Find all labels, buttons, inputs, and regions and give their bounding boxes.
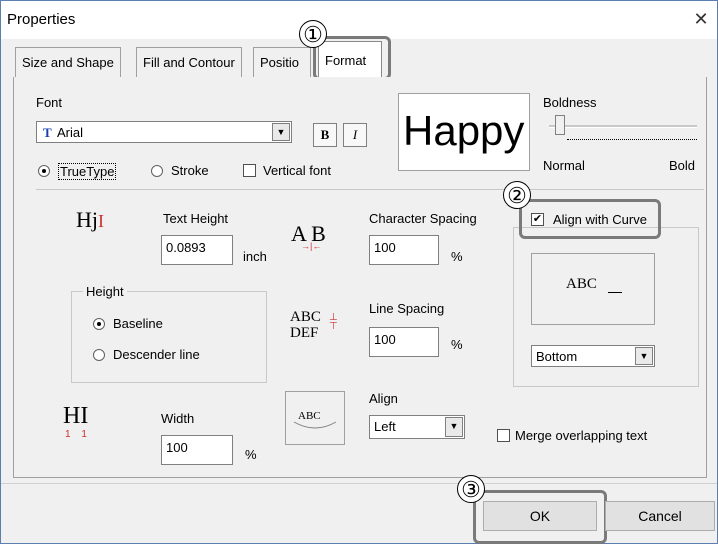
align-curve-label[interactable]: Align with Curve	[553, 212, 653, 227]
width-icon: HI	[63, 403, 89, 429]
vertical-font-label[interactable]: Vertical font	[263, 163, 331, 178]
width-label: Width	[161, 411, 195, 426]
font-preview-box: Happy	[398, 93, 530, 171]
stroke-radio-label[interactable]: Stroke	[171, 163, 209, 178]
align-dropdown[interactable]: Left ▼	[369, 415, 465, 439]
properties-dialog: Properties ✕ Size and Shape Fill and Con…	[0, 0, 718, 544]
line-spacing-icon-line1: ABC	[290, 309, 321, 325]
line-spacing-icon-marks: ⊥ ⊤	[329, 312, 338, 332]
tab-fill-and-contour[interactable]: Fill and Contour	[136, 47, 242, 77]
height-group-label: Height	[83, 284, 127, 299]
boldness-slider-thumb[interactable]	[555, 115, 565, 135]
cancel-button[interactable]: Cancel	[605, 501, 715, 531]
chevron-down-icon[interactable]: ▼	[445, 417, 463, 437]
callout-frame-1	[313, 36, 391, 80]
window-title: Properties	[7, 11, 76, 28]
stroke-radio[interactable]	[151, 165, 163, 177]
font-label: Font	[36, 95, 63, 110]
char-spacing-icon-marks: →|←	[301, 241, 322, 251]
align-preview-box: ABC	[285, 391, 345, 445]
text-height-unit: inch	[243, 249, 267, 264]
curve-position-dropdown[interactable]: Bottom ▼	[531, 345, 655, 367]
truetype-radio[interactable]	[38, 165, 50, 177]
char-spacing-unit: %	[451, 249, 463, 264]
chevron-down-icon[interactable]: ▼	[635, 347, 653, 365]
char-spacing-input[interactable]: 100	[369, 235, 439, 265]
line-spacing-input[interactable]: 100	[369, 327, 439, 357]
boldness-max-label: Bold	[669, 158, 696, 173]
italic-button[interactable]: I	[343, 123, 367, 147]
line-spacing-value: 100	[374, 332, 396, 347]
baseline-radio[interactable]	[93, 318, 105, 330]
curve-preview-box: ABC	[531, 253, 655, 325]
char-spacing-label: Character Spacing	[369, 211, 477, 226]
align-value: Left	[374, 419, 396, 434]
curve-preview-line	[608, 292, 622, 293]
boldness-label: Boldness	[543, 95, 597, 110]
line-spacing-icon-line2: DEF	[290, 325, 319, 341]
tab-position[interactable]: Positio	[253, 47, 311, 77]
bottom-divider	[1, 483, 717, 484]
callout-marker-1: ①	[299, 20, 327, 48]
align-curve-checkbox[interactable]: ✔	[531, 213, 544, 226]
line-spacing-label: Line Spacing	[369, 301, 445, 316]
truetype-font-icon: T	[43, 125, 52, 140]
font-dropdown-value: Arial	[57, 125, 84, 140]
line-spacing-unit: %	[451, 337, 463, 352]
width-icon-ticks: 1 1	[65, 429, 91, 440]
merge-overlapping-label[interactable]: Merge overlapping text	[515, 428, 647, 443]
text-height-value: 0.0893	[166, 240, 206, 255]
align-curve-icon	[293, 421, 337, 429]
section-divider	[36, 189, 704, 190]
callout-marker-3: ③	[457, 475, 485, 503]
width-unit: %	[245, 447, 257, 462]
width-value: 100	[166, 440, 188, 455]
text-height-icon: HjI	[76, 207, 104, 232]
font-dropdown[interactable]: T Arial ▼	[36, 121, 292, 143]
line-spacing-icon: ABC DEF	[290, 309, 321, 341]
align-label: Align	[369, 391, 398, 406]
boldness-slider-ticks	[567, 139, 697, 141]
descender-line-label[interactable]: Descender line	[113, 347, 200, 362]
baseline-label[interactable]: Baseline	[113, 316, 163, 331]
truetype-radio-label[interactable]: TrueType	[58, 163, 117, 180]
font-preview-text: Happy	[403, 107, 525, 154]
boldness-min-label: Normal	[543, 158, 585, 173]
chevron-down-icon[interactable]: ▼	[272, 123, 290, 141]
text-height-input[interactable]: 0.0893	[161, 235, 233, 265]
height-groupbox	[71, 291, 267, 383]
char-spacing-value: 100	[374, 240, 396, 255]
boldness-slider-track[interactable]	[549, 125, 697, 128]
bold-button[interactable]: B	[313, 123, 337, 147]
vertical-font-checkbox[interactable]	[243, 164, 256, 177]
curve-preview-text: ABC	[566, 276, 597, 292]
title-bar: Properties ✕	[1, 1, 717, 39]
merge-overlapping-checkbox[interactable]	[497, 429, 510, 442]
callout-marker-2: ②	[503, 181, 531, 209]
curve-position-value: Bottom	[536, 349, 578, 364]
descender-line-radio[interactable]	[93, 349, 105, 361]
width-input[interactable]: 100	[161, 435, 233, 465]
text-height-label: Text Height	[163, 211, 229, 226]
ok-button[interactable]: OK	[483, 501, 597, 531]
tab-size-and-shape[interactable]: Size and Shape	[15, 47, 121, 77]
text-height-icon-text: Hj	[76, 207, 98, 232]
close-icon[interactable]: ✕	[689, 7, 713, 31]
